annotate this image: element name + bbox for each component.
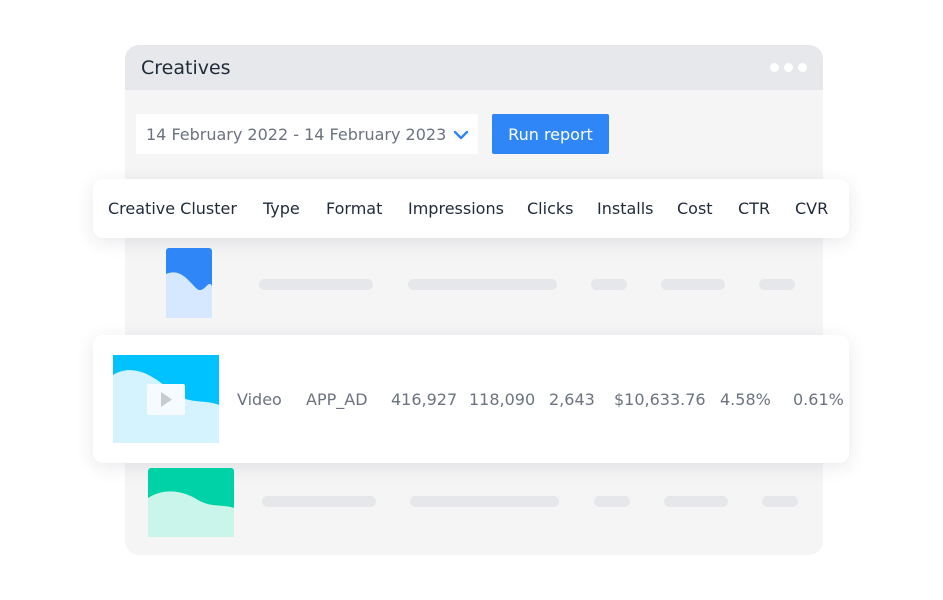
header-creative-cluster[interactable]: Creative Cluster xyxy=(108,199,237,218)
skeleton-line xyxy=(759,279,795,290)
skeleton-line xyxy=(259,279,373,290)
header-cvr[interactable]: CVR xyxy=(795,199,828,218)
row-clicks: 118,090 xyxy=(469,390,536,409)
header-installs[interactable]: Installs xyxy=(597,199,654,218)
row-installs: 2,643 xyxy=(549,390,595,409)
row-impressions: 416,927 xyxy=(391,390,458,409)
creative-thumbnail-teal[interactable] xyxy=(148,468,234,537)
skeleton-line xyxy=(762,496,798,507)
header-clicks[interactable]: Clicks xyxy=(527,199,573,218)
skeleton-line xyxy=(661,279,725,290)
skeleton-line xyxy=(594,496,630,507)
row-format: APP_AD xyxy=(306,390,368,409)
row-cost: $10,633.76 xyxy=(614,390,706,409)
window-titlebar: Creatives xyxy=(125,45,823,90)
header-format[interactable]: Format xyxy=(326,199,382,218)
table-row-highlighted[interactable]: Video APP_AD 416,927 118,090 2,643 $10,6… xyxy=(93,335,849,463)
header-type[interactable]: Type xyxy=(263,199,300,218)
row-cvr: 0.61% xyxy=(793,390,844,409)
window-title: Creatives xyxy=(141,56,231,79)
skeleton-line xyxy=(262,496,376,507)
header-ctr[interactable]: CTR xyxy=(738,199,770,218)
header-cost[interactable]: Cost xyxy=(677,199,713,218)
date-range-select[interactable]: 14 February 2022 - 14 February 2023 xyxy=(136,114,478,154)
row-type: Video xyxy=(237,390,282,409)
run-report-button[interactable]: Run report xyxy=(492,114,609,154)
chevron-down-icon xyxy=(453,130,469,140)
header-impressions[interactable]: Impressions xyxy=(408,199,504,218)
skeleton-line xyxy=(591,279,627,290)
skeleton-line xyxy=(410,496,559,507)
play-icon xyxy=(147,384,185,415)
row-ctr: 4.58% xyxy=(720,390,771,409)
creative-thumbnail-blue[interactable] xyxy=(166,248,212,318)
table-header: Creative Cluster Type Format Impressions… xyxy=(93,179,849,238)
skeleton-line xyxy=(664,496,728,507)
date-range-value: 14 February 2022 - 14 February 2023 xyxy=(146,124,447,144)
more-dots-icon[interactable] xyxy=(770,63,807,72)
creative-thumbnail-video[interactable] xyxy=(113,355,219,443)
skeleton-line xyxy=(408,279,557,290)
